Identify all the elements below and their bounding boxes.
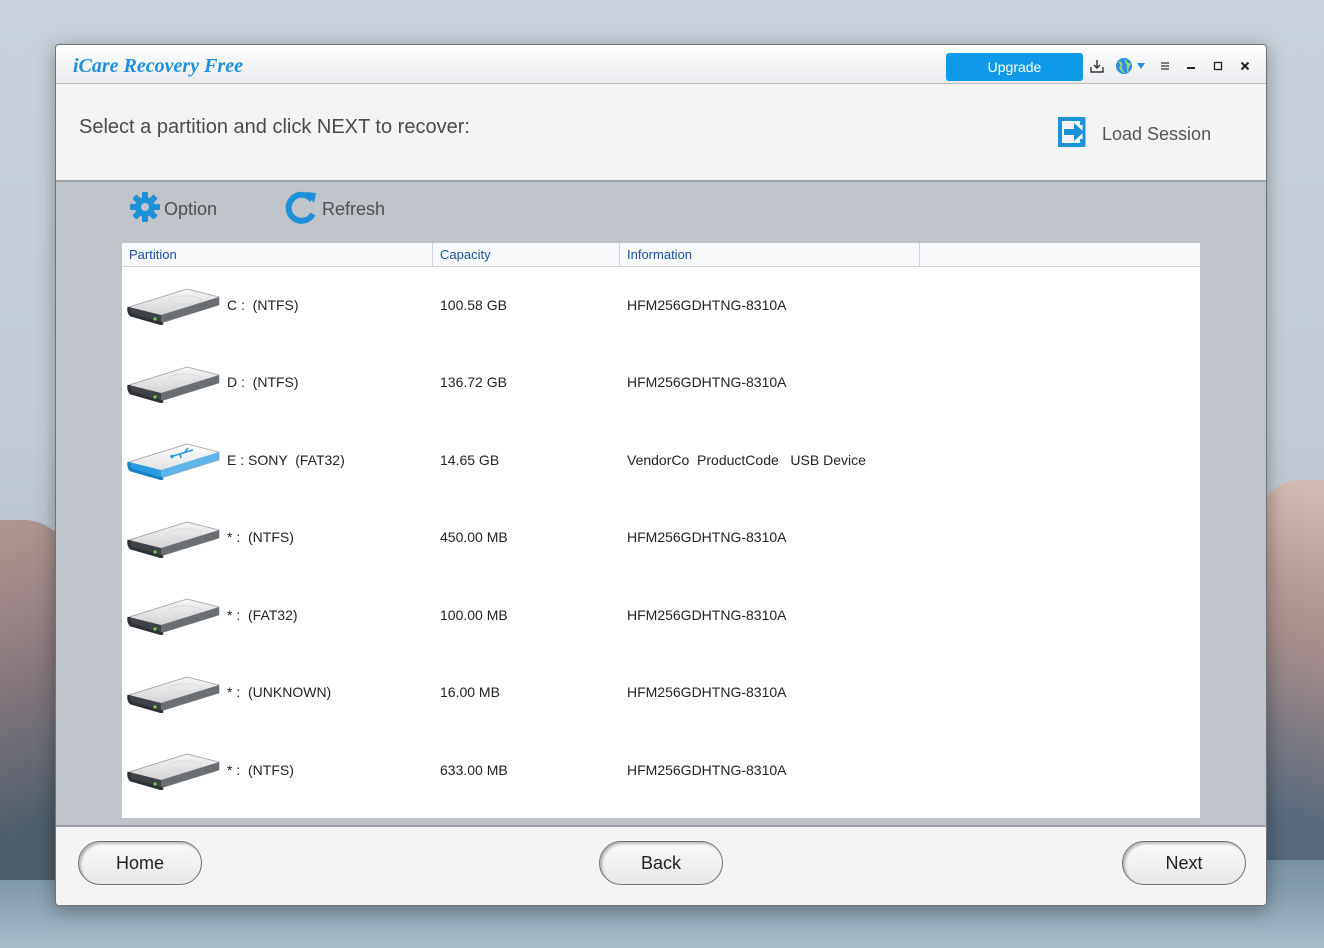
partition-information: VendorCo ProductCode USB Device [627, 451, 866, 468]
partition-name: * : (UNKNOWN) [227, 684, 332, 700]
table-row[interactable]: E : SONY (FAT32) 14.65 GB VendorCo Product… [122, 421, 1200, 498]
partition-information: HFM256GDHTNG-8310A [627, 761, 787, 778]
partition-table: Partition Capacity Information C : (NTFS… [122, 243, 1200, 818]
partition-capacity: 136.72 GB [440, 374, 507, 390]
back-button[interactable]: Back [599, 841, 723, 885]
gear-icon [128, 190, 162, 229]
titlebar: iCare Recovery Free Upgrade [56, 45, 1266, 84]
column-header-empty [920, 243, 1200, 266]
table-row[interactable]: * : (UNKNOWN) 16.00 MB HFM256GDHTNG-8310A [122, 654, 1200, 731]
hard-drive-icon [125, 750, 223, 796]
refresh-button[interactable]: Refresh [282, 191, 385, 227]
partition-name: * : (NTFS) [227, 761, 294, 778]
minimize-icon[interactable] [1184, 57, 1198, 75]
upgrade-button[interactable]: Upgrade [946, 53, 1083, 81]
partition-information: HFM256GDHTNG-8310A [627, 606, 787, 623]
column-header-capacity[interactable]: Capacity [433, 243, 620, 266]
table-row[interactable]: * : (NTFS) 450.00 MB HFM256GDHTNG-8310A [122, 499, 1200, 576]
hard-drive-icon [125, 518, 223, 564]
load-session-label: Load Session [1102, 123, 1212, 144]
load-session-icon [1050, 109, 1096, 160]
table-row[interactable]: C : (NTFS) 100.58 GB HFM256GDHTNG-8310A [122, 266, 1200, 343]
home-button[interactable]: Home [78, 841, 202, 885]
app-title: iCare Recovery Free [73, 55, 243, 77]
next-button[interactable]: Next [1122, 841, 1246, 885]
partition-capacity: 100.00 MB [440, 606, 508, 623]
partition-capacity: 16.00 MB [440, 684, 500, 700]
usb-drive-icon [125, 440, 223, 486]
app-window: iCare Recovery Free Upgrade Select a par… [55, 44, 1267, 906]
partition-name: C : (NTFS) [227, 296, 299, 313]
hard-drive-icon [125, 285, 223, 331]
dropdown-arrow-icon[interactable] [1135, 57, 1147, 75]
table-header: Partition Capacity Information [122, 243, 1200, 267]
hard-drive-icon [125, 595, 223, 641]
partition-name: * : (FAT32) [227, 606, 298, 623]
refresh-label: Refresh [322, 198, 386, 219]
partition-capacity: 14.65 GB [440, 451, 500, 468]
maximize-icon[interactable] [1211, 57, 1225, 75]
partition-information: HFM256GDHTNG-8310A [627, 529, 787, 545]
partition-name: D : (NTFS) [227, 374, 299, 390]
partition-capacity: 450.00 MB [440, 529, 508, 545]
table-row[interactable]: D : (NTFS) 136.72 GB HFM256GDHTNG-8310A [122, 344, 1200, 421]
header: Select a partition and click NEXT to rec… [56, 84, 1266, 182]
hard-drive-icon [125, 363, 223, 409]
instruction-text: Select a partition and click NEXT to rec… [79, 116, 470, 138]
partition-capacity: 633.00 MB [440, 761, 508, 778]
partition-name: * : (NTFS) [227, 529, 294, 545]
option-button[interactable]: Option [128, 191, 217, 227]
partition-information: HFM256GDHTNG-8310A [627, 296, 787, 313]
partition-information: HFM256GDHTNG-8310A [627, 684, 787, 700]
table-row[interactable]: * : (NTFS) 633.00 MB HFM256GDHTNG-8310A [122, 731, 1200, 808]
column-header-partition[interactable]: Partition [122, 243, 433, 266]
partition-name: E : SONY (FAT32) [227, 451, 345, 468]
partition-capacity: 100.58 GB [440, 296, 507, 313]
partition-information: HFM256GDHTNG-8310A [627, 374, 787, 390]
refresh-icon [282, 188, 320, 231]
load-session-button[interactable]: Load Session [1050, 111, 1211, 157]
menu-icon[interactable] [1158, 57, 1172, 75]
option-label: Option [164, 198, 218, 219]
close-icon[interactable] [1238, 57, 1252, 75]
footer: Home Back Next [56, 825, 1266, 905]
column-header-information[interactable]: Information [620, 243, 920, 266]
hard-drive-icon [125, 673, 223, 719]
table-row[interactable]: * : (FAT32) 100.00 MB HFM256GDHTNG-8310A [122, 576, 1200, 653]
globe-icon[interactable] [1114, 57, 1134, 75]
download-icon[interactable] [1088, 57, 1106, 75]
